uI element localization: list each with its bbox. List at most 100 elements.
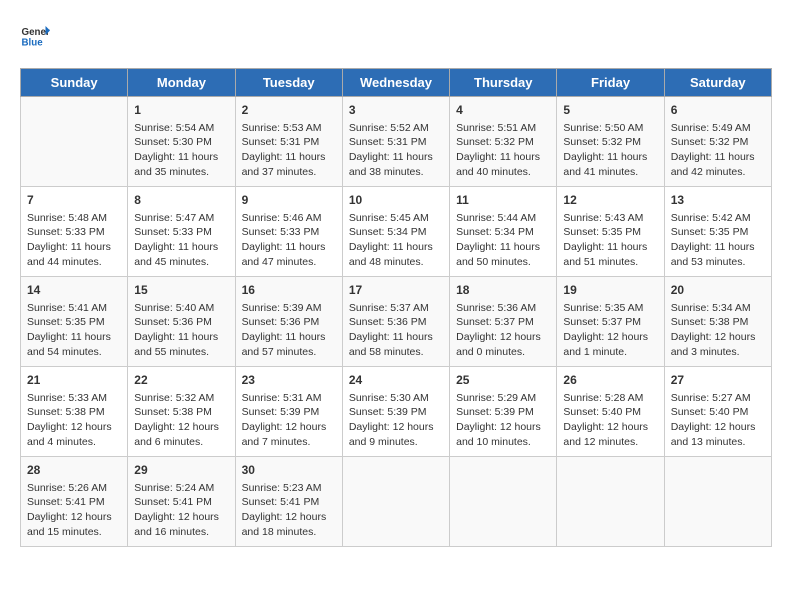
calendar-cell [664, 457, 771, 547]
day-info: Sunrise: 5:47 AMSunset: 5:33 PMDaylight:… [134, 211, 228, 270]
day-number: 11 [456, 192, 550, 209]
day-info: Sunrise: 5:45 AMSunset: 5:34 PMDaylight:… [349, 211, 443, 270]
day-info: Sunrise: 5:41 AMSunset: 5:35 PMDaylight:… [27, 301, 121, 360]
day-number: 20 [671, 282, 765, 299]
day-info: Sunrise: 5:36 AMSunset: 5:37 PMDaylight:… [456, 301, 550, 360]
day-number: 23 [242, 372, 336, 389]
calendar-cell [342, 457, 449, 547]
day-number: 3 [349, 102, 443, 119]
day-number: 29 [134, 462, 228, 479]
day-number: 7 [27, 192, 121, 209]
day-number: 6 [671, 102, 765, 119]
day-header-monday: Monday [128, 69, 235, 97]
calendar-cell: 20 Sunrise: 5:34 AMSunset: 5:38 PMDayligh… [664, 277, 771, 367]
day-info: Sunrise: 5:28 AMSunset: 5:40 PMDaylight:… [563, 391, 657, 450]
day-number: 17 [349, 282, 443, 299]
calendar-cell: 12Sunrise: 5:43 AMSunset: 5:35 PMDayligh… [557, 187, 664, 277]
day-info: Sunrise: 5:32 AMSunset: 5:38 PMDaylight:… [134, 391, 228, 450]
day-number: 15 [134, 282, 228, 299]
day-number: 22 [134, 372, 228, 389]
calendar-cell [557, 457, 664, 547]
day-info: Sunrise: 5:33 AMSunset: 5:38 PMDaylight:… [27, 391, 121, 450]
calendar-cell: 14 Sunrise: 5:41 AMSunset: 5:35 PMDayligh… [21, 277, 128, 367]
calendar-cell: 9 Sunrise: 5:46 AMSunset: 5:33 PMDaylight… [235, 187, 342, 277]
calendar-week-row: 21 Sunrise: 5:33 AMSunset: 5:38 PMDayligh… [21, 367, 772, 457]
day-number: 10 [349, 192, 443, 209]
calendar-body: 1Sunrise: 5:54 AMSunset: 5:30 PMDaylight… [21, 97, 772, 547]
day-info: Sunrise: 5:24 AMSunset: 5:41 PMDaylight:… [134, 481, 228, 540]
calendar-cell: 25 Sunrise: 5:29 AMSunset: 5:39 PMDayligh… [450, 367, 557, 457]
day-number: 19 [563, 282, 657, 299]
calendar-cell: 10 Sunrise: 5:45 AMSunset: 5:34 PMDayligh… [342, 187, 449, 277]
day-info: Sunrise: 5:35 AMSunset: 5:37 PMDaylight:… [563, 301, 657, 360]
day-number: 16 [242, 282, 336, 299]
day-info: Sunrise: 5:37 AMSunset: 5:36 PMDaylight:… [349, 301, 443, 360]
day-info: Sunrise: 5:43 AMSunset: 5:35 PMDaylight:… [563, 211, 657, 270]
day-header-sunday: Sunday [21, 69, 128, 97]
calendar-cell: 6 Sunrise: 5:49 AMSunset: 5:32 PMDaylight… [664, 97, 771, 187]
calendar-cell [21, 97, 128, 187]
day-number: 13 [671, 192, 765, 209]
day-header-saturday: Saturday [664, 69, 771, 97]
day-info: Sunrise: 5:31 AMSunset: 5:39 PMDaylight:… [242, 391, 336, 450]
logo-icon: General Blue [20, 20, 50, 50]
day-info: Sunrise: 5:39 AMSunset: 5:36 PMDaylight:… [242, 301, 336, 360]
day-number: 9 [242, 192, 336, 209]
day-info: Sunrise: 5:27 AMSunset: 5:40 PMDaylight:… [671, 391, 765, 450]
calendar-cell: 21 Sunrise: 5:33 AMSunset: 5:38 PMDayligh… [21, 367, 128, 457]
calendar-table: SundayMondayTuesdayWednesdayThursdayFrid… [20, 68, 772, 547]
calendar-cell: 2 Sunrise: 5:53 AMSunset: 5:31 PMDaylight… [235, 97, 342, 187]
page-header: General Blue [20, 20, 772, 60]
calendar-cell: 29 Sunrise: 5:24 AMSunset: 5:41 PMDayligh… [128, 457, 235, 547]
day-number: 14 [27, 282, 121, 299]
day-number: 27 [671, 372, 765, 389]
calendar-cell: 18 Sunrise: 5:36 AMSunset: 5:37 PMDayligh… [450, 277, 557, 367]
calendar-cell [450, 457, 557, 547]
calendar-week-row: 7 Sunrise: 5:48 AMSunset: 5:33 PMDaylight… [21, 187, 772, 277]
day-info: Sunrise: 5:48 AMSunset: 5:33 PMDaylight:… [27, 211, 121, 270]
calendar-cell: 19 Sunrise: 5:35 AMSunset: 5:37 PMDayligh… [557, 277, 664, 367]
calendar-cell: 24Sunrise: 5:30 AMSunset: 5:39 PMDayligh… [342, 367, 449, 457]
calendar-cell: 23 Sunrise: 5:31 AMSunset: 5:39 PMDayligh… [235, 367, 342, 457]
day-info: Sunrise: 5:49 AMSunset: 5:32 PMDaylight:… [671, 121, 765, 180]
day-number: 4 [456, 102, 550, 119]
day-number: 21 [27, 372, 121, 389]
day-info: Sunrise: 5:54 AMSunset: 5:30 PMDaylight:… [134, 121, 228, 180]
day-info: Sunrise: 5:51 AMSunset: 5:32 PMDaylight:… [456, 121, 550, 180]
calendar-cell: 13 Sunrise: 5:42 AMSunset: 5:35 PMDayligh… [664, 187, 771, 277]
calendar-cell: 17 Sunrise: 5:37 AMSunset: 5:36 PMDayligh… [342, 277, 449, 367]
calendar-cell: 28 Sunrise: 5:26 AMSunset: 5:41 PMDayligh… [21, 457, 128, 547]
day-number: 5 [563, 102, 657, 119]
day-info: Sunrise: 5:23 AMSunset: 5:41 PMDaylight:… [242, 481, 336, 540]
calendar-cell: 26Sunrise: 5:28 AMSunset: 5:40 PMDayligh… [557, 367, 664, 457]
day-info: Sunrise: 5:53 AMSunset: 5:31 PMDaylight:… [242, 121, 336, 180]
day-number: 28 [27, 462, 121, 479]
calendar-week-row: 28 Sunrise: 5:26 AMSunset: 5:41 PMDayligh… [21, 457, 772, 547]
day-header-wednesday: Wednesday [342, 69, 449, 97]
calendar-cell: 7 Sunrise: 5:48 AMSunset: 5:33 PMDaylight… [21, 187, 128, 277]
day-number: 24 [349, 372, 443, 389]
calendar-cell: 11 Sunrise: 5:44 AMSunset: 5:34 PMDayligh… [450, 187, 557, 277]
day-info: Sunrise: 5:26 AMSunset: 5:41 PMDaylight:… [27, 481, 121, 540]
day-number: 18 [456, 282, 550, 299]
calendar-cell: 22 Sunrise: 5:32 AMSunset: 5:38 PMDayligh… [128, 367, 235, 457]
day-info: Sunrise: 5:40 AMSunset: 5:36 PMDaylight:… [134, 301, 228, 360]
day-info: Sunrise: 5:50 AMSunset: 5:32 PMDaylight:… [563, 121, 657, 180]
calendar-cell: 15 Sunrise: 5:40 AMSunset: 5:36 PMDayligh… [128, 277, 235, 367]
calendar-cell: 27 Sunrise: 5:27 AMSunset: 5:40 PMDayligh… [664, 367, 771, 457]
day-number: 2 [242, 102, 336, 119]
calendar-cell: 5 Sunrise: 5:50 AMSunset: 5:32 PMDaylight… [557, 97, 664, 187]
day-number: 25 [456, 372, 550, 389]
day-info: Sunrise: 5:29 AMSunset: 5:39 PMDaylight:… [456, 391, 550, 450]
calendar-week-row: 14 Sunrise: 5:41 AMSunset: 5:35 PMDayligh… [21, 277, 772, 367]
day-info: Sunrise: 5:42 AMSunset: 5:35 PMDaylight:… [671, 211, 765, 270]
day-info: Sunrise: 5:34 AMSunset: 5:38 PMDaylight:… [671, 301, 765, 360]
day-number: 8 [134, 192, 228, 209]
day-header-friday: Friday [557, 69, 664, 97]
calendar-cell: 4 Sunrise: 5:51 AMSunset: 5:32 PMDaylight… [450, 97, 557, 187]
day-info: Sunrise: 5:44 AMSunset: 5:34 PMDaylight:… [456, 211, 550, 270]
day-info: Sunrise: 5:46 AMSunset: 5:33 PMDaylight:… [242, 211, 336, 270]
day-header-thursday: Thursday [450, 69, 557, 97]
calendar-cell: 16 Sunrise: 5:39 AMSunset: 5:36 PMDayligh… [235, 277, 342, 367]
logo: General Blue [20, 20, 52, 50]
